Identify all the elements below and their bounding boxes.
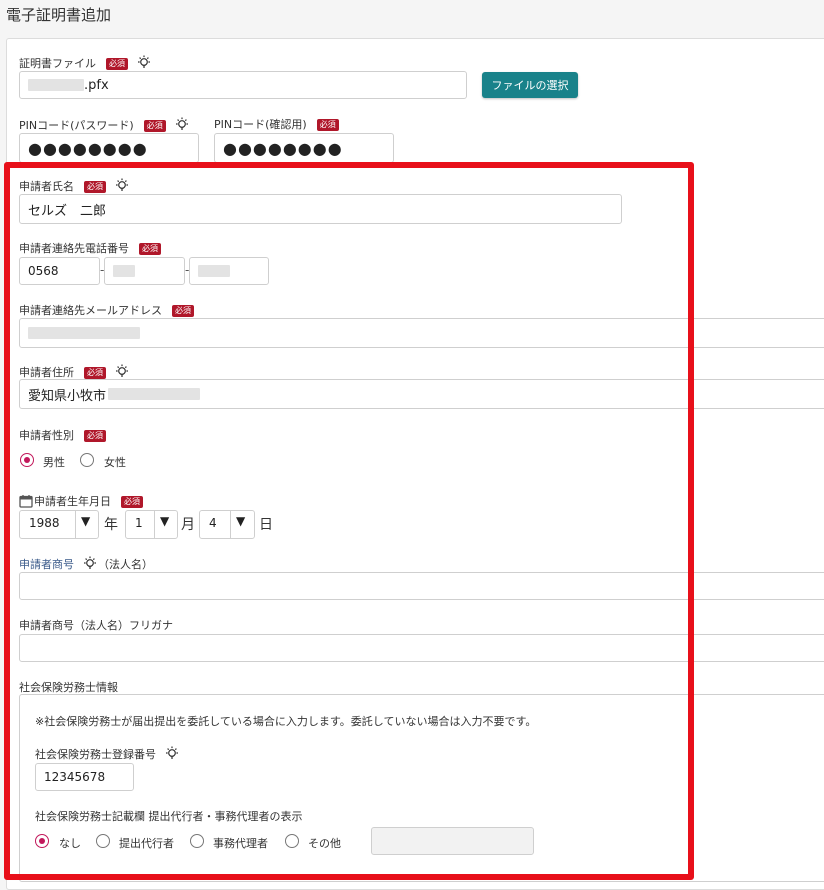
gender-female-label[interactable]: 女性: [104, 454, 126, 470]
pin-confirm-label-text: PINコード(確認用): [214, 118, 307, 131]
applicant-company-label: 申請者商号 （法人名）: [19, 555, 153, 572]
lightbulb-icon[interactable]: [136, 54, 152, 70]
applicant-email-input[interactable]: [19, 318, 824, 348]
applicant-gender-label-text: 申請者性別: [19, 429, 74, 442]
applicant-name-label: 申請者氏名 必須: [19, 177, 130, 194]
applicant-phone-label: 申請者連絡先電話番号 必須: [19, 240, 161, 256]
lightbulb-icon[interactable]: [164, 745, 180, 761]
applicant-email-label-text: 申請者連絡先メールアドレス: [19, 304, 162, 317]
sharoushi-section-label: 社会保険労務士情報: [19, 681, 118, 694]
pin-input[interactable]: ●●●●●●●●: [19, 133, 199, 163]
applicant-phone-label-text: 申請者連絡先電話番号: [19, 242, 129, 255]
required-badge: 必須: [316, 119, 339, 131]
lightbulb-icon[interactable]: [82, 555, 98, 571]
birth-day-select[interactable]: 4 ▼: [199, 510, 255, 539]
display-none-radio[interactable]: [35, 834, 49, 848]
phone-part3-input[interactable]: [189, 257, 269, 285]
cert-file-label: 証明書ファイル 必須: [19, 54, 152, 71]
display-agent-label[interactable]: 提出代行者: [119, 835, 174, 851]
birth-year-value: 1988: [29, 516, 60, 530]
birth-year-select[interactable]: 1988 ▼: [19, 510, 99, 539]
applicant-birthdate-label-text: 申請者生年月日: [34, 495, 111, 508]
phone-part1-value: 0568: [28, 264, 59, 278]
phone-part1-input[interactable]: 0568: [19, 257, 100, 285]
year-unit: 年: [104, 517, 118, 533]
birth-month-value: 1: [135, 516, 143, 530]
required-badge: 必須: [172, 305, 194, 317]
cert-file-label-text: 証明書ファイル: [19, 57, 96, 70]
applicant-company-label-text: 申請者商号: [19, 558, 74, 571]
sharoushi-reg-number-label: 社会保険労務士登録番号: [35, 745, 180, 762]
chevron-down-icon: ▼: [81, 514, 91, 528]
cert-file-input[interactable]: .pfx: [19, 71, 467, 99]
gender-male-label[interactable]: 男性: [43, 454, 65, 470]
page-title: 電子証明書追加: [6, 6, 112, 24]
display-office-agent-label[interactable]: 事務代理者: [213, 835, 268, 851]
birth-month-select[interactable]: 1 ▼: [125, 510, 178, 539]
applicant-company-input[interactable]: [19, 572, 824, 600]
applicant-name-label-text: 申請者氏名: [19, 180, 74, 193]
required-badge: 必須: [143, 120, 166, 132]
lightbulb-icon[interactable]: [114, 363, 130, 379]
select-divider: [230, 511, 231, 538]
applicant-birthdate-label: 申請者生年月日 必須: [19, 493, 143, 509]
applicant-gender-label: 申請者性別 必須: [19, 427, 106, 443]
pin-confirm-label: PINコード(確認用) 必須: [214, 116, 339, 132]
phone-part2-input[interactable]: [104, 257, 185, 285]
pin-label-text: PINコード(パスワード): [19, 119, 134, 132]
gender-female-radio[interactable]: [80, 453, 94, 467]
sharoushi-reg-number-label-text: 社会保険労務士登録番号: [35, 748, 156, 761]
required-badge: 必須: [84, 430, 106, 442]
redacted-filename: [28, 79, 84, 91]
birth-day-value: 4: [209, 516, 217, 530]
required-badge: 必須: [121, 496, 143, 508]
display-office-agent-radio[interactable]: [190, 834, 204, 848]
month-unit: 月: [181, 517, 195, 533]
redacted-email: [28, 327, 140, 339]
display-other-input[interactable]: [371, 827, 534, 855]
redacted-phone: [113, 265, 135, 277]
required-badge: 必須: [84, 367, 106, 379]
sharoushi-display-label: 社会保険労務士記載欄 提出代行者・事務代理者の表示: [35, 810, 303, 823]
sharoushi-reg-number-value: 12345678: [44, 770, 106, 784]
sharoushi-note: ※社会保険労務士が届出提出を委託している場合に入力します。委託していない場合は入…: [35, 715, 537, 728]
applicant-company-kana-input[interactable]: [19, 634, 824, 662]
select-file-button[interactable]: ファイルの選択: [482, 72, 578, 98]
cert-file-extension: .pfx: [84, 77, 109, 93]
select-divider: [75, 511, 76, 538]
applicant-address-input[interactable]: 愛知県小牧市: [19, 379, 824, 409]
chevron-down-icon: ▼: [160, 514, 170, 528]
applicant-email-label: 申請者連絡先メールアドレス 必須: [19, 302, 194, 318]
lightbulb-icon[interactable]: [174, 116, 190, 132]
pin-label: PINコード(パスワード) 必須: [19, 116, 190, 133]
applicant-company-label-suffix: （法人名）: [98, 558, 153, 571]
applicant-address-label-text: 申請者住所: [19, 366, 74, 379]
required-badge: 必須: [106, 58, 128, 70]
redacted-address: [108, 388, 201, 400]
display-none-label[interactable]: なし: [59, 835, 81, 851]
gender-male-radio[interactable]: [20, 453, 34, 467]
pin-confirm-value: ●●●●●●●●: [223, 138, 343, 158]
applicant-company-kana-label: 申請者商号（法人名）フリガナ: [19, 619, 173, 632]
display-other-label[interactable]: その他: [308, 835, 341, 851]
display-agent-radio[interactable]: [96, 834, 110, 848]
required-badge: 必須: [84, 181, 106, 193]
required-badge: 必須: [139, 243, 161, 255]
pin-value: ●●●●●●●●: [28, 138, 148, 158]
sharoushi-reg-number-input[interactable]: 12345678: [35, 763, 134, 791]
display-other-radio[interactable]: [285, 834, 299, 848]
chevron-down-icon: ▼: [236, 514, 246, 528]
pin-confirm-input[interactable]: ●●●●●●●●: [214, 133, 394, 163]
applicant-name-value: セルズ 二郎: [28, 203, 107, 219]
applicant-address-label: 申請者住所 必須: [19, 363, 130, 380]
applicant-address-value: 愛知県小牧市: [28, 388, 107, 404]
calendar-icon: [19, 495, 33, 508]
redacted-phone: [198, 265, 230, 277]
select-divider: [154, 511, 155, 538]
day-unit: 日: [259, 517, 273, 533]
applicant-name-input[interactable]: セルズ 二郎: [19, 194, 622, 224]
lightbulb-icon[interactable]: [114, 177, 130, 193]
